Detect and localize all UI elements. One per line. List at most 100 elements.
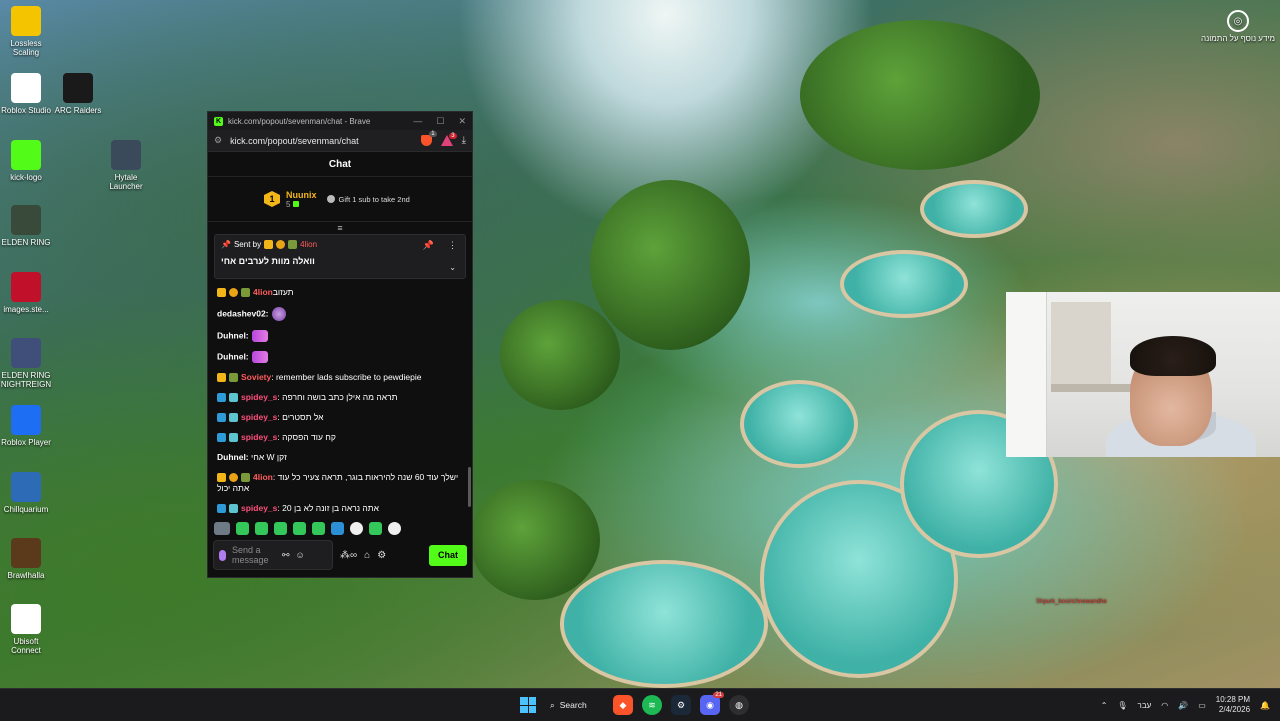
- volume-icon[interactable]: 🔊: [1178, 701, 1188, 710]
- chat-username[interactable]: Soviety: [241, 372, 271, 382]
- emote-9-icon[interactable]: [388, 521, 401, 535]
- settings-gear-icon[interactable]: ⚙: [377, 550, 386, 561]
- language-indicator[interactable]: עבר: [1138, 701, 1152, 710]
- wallpaper-tree-3: [800, 20, 1040, 170]
- emote-5-icon[interactable]: [312, 521, 325, 535]
- emote-4-icon[interactable]: [293, 521, 306, 535]
- desktop-icon-roblox-player[interactable]: Roblox Player: [0, 405, 52, 447]
- chat-header: Chat: [208, 152, 472, 177]
- desktop-icon-image[interactable]: images.ste...: [0, 272, 52, 314]
- chat-message-text: : תראה מה אילן כתב בושה וחרפה: [277, 392, 398, 402]
- microphone-icon[interactable]: [219, 549, 226, 561]
- chat-scrollbar[interactable]: [468, 467, 471, 507]
- microphone-tray-icon[interactable]: 🎙: [1117, 701, 1127, 710]
- desktop-icon-duck[interactable]: Lossless Scaling: [0, 6, 52, 57]
- crown-badge-icon: [217, 373, 226, 383]
- address-bar[interactable]: ⚙ kick.com/popout/sevenman/chat 1 3 ⤓: [208, 130, 472, 152]
- minimize-button[interactable]: —: [413, 116, 422, 127]
- wallpaper-tree-1: [470, 480, 600, 600]
- chat-message-text: תעזוב: [272, 287, 294, 297]
- emote-3-icon[interactable]: [274, 521, 287, 535]
- nightreign-icon: [11, 338, 41, 368]
- pinned-sender[interactable]: 4lion: [300, 240, 317, 249]
- desktop-icon-brawlhalla[interactable]: Brawlhalla: [0, 538, 52, 580]
- points-icon[interactable]: ⁂∞: [340, 550, 357, 561]
- windows-start-icon[interactable]: [520, 697, 536, 713]
- desktop-icon-label: Brawlhalla: [7, 571, 45, 580]
- message-placeholder: Send a message: [232, 545, 269, 565]
- message-input[interactable]: Send a message ⚯ ☺: [213, 540, 333, 570]
- store-icon[interactable]: ⌂: [364, 550, 370, 561]
- top-gifter[interactable]: Nuunix 5: [286, 190, 317, 209]
- chat-username[interactable]: spidey_s: [241, 412, 277, 422]
- notifications-icon[interactable]: 🔔: [1260, 701, 1270, 710]
- battery-icon[interactable]: ▭: [1198, 701, 1206, 710]
- coin-badge-icon: [229, 473, 238, 483]
- chat-username[interactable]: Duhnel:: [217, 452, 249, 462]
- chat-username[interactable]: Duhnel:: [217, 351, 249, 361]
- browser-titlebar[interactable]: K kick.com/popout/sevenman/chat - Brave …: [208, 112, 472, 130]
- download-icon[interactable]: ⤓: [462, 135, 466, 146]
- more-options-icon[interactable]: ⋮: [448, 240, 457, 251]
- collapse-handle-icon[interactable]: ≡: [208, 222, 472, 234]
- chat-username[interactable]: spidey_s: [241, 432, 277, 442]
- chat-username[interactable]: 4lion: [253, 287, 273, 297]
- kick-favicon-icon: K: [214, 116, 223, 126]
- brave-app-icon[interactable]: ◆: [613, 695, 633, 715]
- site-settings-icon[interactable]: ⚙: [214, 135, 222, 146]
- emote-car-icon[interactable]: [214, 521, 230, 535]
- roblox-player-icon: [11, 405, 41, 435]
- chat-message-text: : remember lads subscribe to pewdiepie: [271, 372, 422, 382]
- brave-rewards-icon[interactable]: 3: [440, 133, 457, 146]
- emote-8-icon[interactable]: [369, 521, 382, 535]
- chat-message: spidey_s: אתה נראה בן זונה לא בן 20: [217, 503, 463, 514]
- browser-title: kick.com/popout/sevenman/chat - Brave: [228, 116, 371, 126]
- desktop-icon-ubisoft[interactable]: Ubisoft Connect: [0, 604, 52, 655]
- chat-message: spidey_s: תראה מה אילן כתב בושה וחרפה: [217, 392, 463, 403]
- unpin-icon[interactable]: 📌: [423, 240, 434, 251]
- desktop-icon-elden-ring[interactable]: ELDEN RING: [0, 205, 52, 247]
- clock[interactable]: 10:28 PM 2/4/2026: [1216, 695, 1250, 715]
- brave-shield-icon[interactable]: 1: [420, 131, 437, 146]
- coin-badge-icon: [229, 288, 238, 298]
- maximize-button[interactable]: ☐: [436, 116, 444, 127]
- desktop-icon-fish[interactable]: Chillquarium: [0, 472, 52, 514]
- emote-1-icon[interactable]: [236, 521, 249, 535]
- image-info-widget[interactable]: ◎ מידע נוסף על התמונה: [1198, 10, 1278, 43]
- taskbar-search[interactable]: ⌕ Search: [545, 694, 604, 716]
- desktop-icon-roblox-studio[interactable]: Roblox Studio: [0, 73, 52, 115]
- commands-icon[interactable]: ⚯: [282, 550, 290, 561]
- pinned-message[interactable]: 📌 Sent by 4lion וואלה מוות לערבים אחי 📌 …: [214, 234, 466, 279]
- chat-message: Duhnel:: [217, 330, 463, 342]
- chat-emote-icon: [251, 351, 268, 363]
- chat-message: Duhnel: אחי W זקן: [217, 452, 463, 463]
- emote-6-icon[interactable]: [331, 521, 344, 535]
- desktop-icon-label: Hytale Launcher: [109, 173, 143, 191]
- wifi-icon[interactable]: ◠: [1161, 701, 1168, 710]
- chevron-up-icon[interactable]: ⌃: [1101, 701, 1108, 710]
- steam-app-icon[interactable]: ⚙: [671, 695, 691, 715]
- spotify-app-icon[interactable]: ≋: [642, 695, 662, 715]
- obs-app-icon[interactable]: ◍: [729, 695, 749, 715]
- chevron-down-icon[interactable]: ⌄: [449, 263, 456, 272]
- emoji-icon[interactable]: ☺: [296, 550, 305, 560]
- gift-prompt[interactable]: Gift 1 sub to take 2nd: [326, 195, 410, 204]
- url-text[interactable]: kick.com/popout/sevenman/chat: [230, 136, 359, 146]
- emote-2-icon[interactable]: [255, 521, 268, 535]
- desktop-icon-nightreign[interactable]: ELDEN RING NIGHTREIGN: [0, 338, 52, 389]
- desktop-icon-hytale[interactable]: Hytale Launcher: [100, 140, 152, 191]
- desktop-icon-arc-raiders[interactable]: ARC Raiders: [52, 73, 104, 115]
- emote-7-icon[interactable]: [350, 521, 363, 535]
- desktop-icon-kick-logo[interactable]: kick-logo: [0, 140, 52, 182]
- chat-username[interactable]: Duhnel:: [217, 330, 249, 340]
- chat-username[interactable]: dedashev02:: [217, 308, 269, 318]
- brawlhalla-icon: [11, 538, 41, 568]
- chat-username[interactable]: spidey_s: [241, 392, 277, 402]
- close-button[interactable]: ✕: [458, 116, 466, 127]
- chat-username[interactable]: spidey_s: [241, 503, 277, 513]
- chat-message: dedashev02:: [217, 307, 463, 321]
- send-chat-button[interactable]: Chat: [429, 544, 467, 566]
- chat-username[interactable]: 4lion: [253, 472, 273, 482]
- discord-app-icon[interactable]: ◉ 21: [700, 692, 724, 715]
- grid-badge-icon: [229, 413, 238, 423]
